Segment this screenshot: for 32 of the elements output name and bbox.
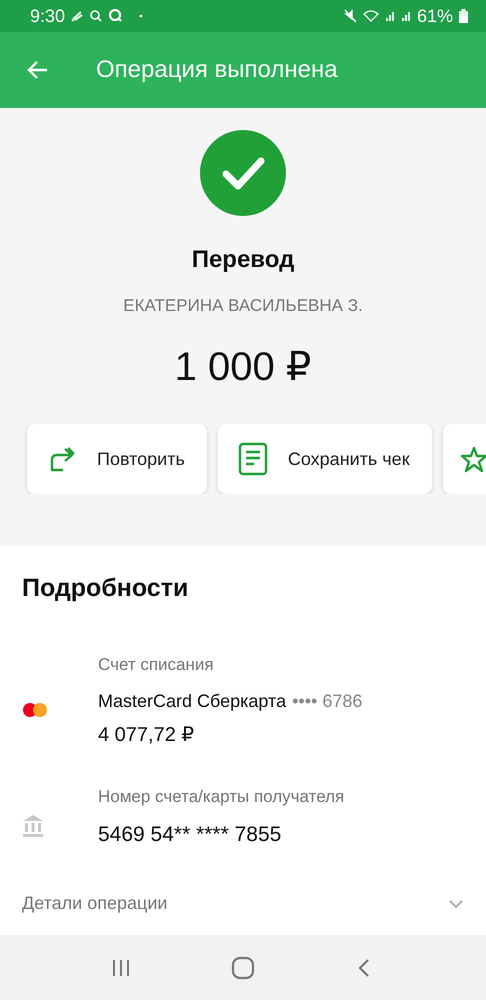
field-label: Счет списания [98, 655, 215, 675]
action-button[interactable] [442, 424, 486, 494]
action-button[interactable]: Повторить [27, 424, 207, 494]
signal-icon [384, 9, 395, 23]
field-value: 4 077,72 ₽ [98, 723, 196, 747]
status-time: 9:30 [30, 6, 66, 26]
broom-icon [71, 9, 84, 23]
search-icon [90, 9, 104, 23]
signal-icon [400, 9, 411, 23]
action-button[interactable]: Сохранить чек [218, 424, 432, 494]
success-check-icon [200, 130, 286, 216]
field-value: 5469 54** **** 7855 [98, 823, 282, 847]
operation-title: Перевод [192, 246, 294, 274]
section-title: Подробности [22, 574, 190, 603]
bank-building-icon [22, 814, 44, 838]
mute-icon [344, 9, 357, 23]
star-icon [458, 444, 486, 474]
battery-level: 61% [416, 6, 453, 26]
screen-title: Операция выполнена [96, 56, 338, 84]
battery-icon [459, 9, 468, 23]
card-name: MasterCard Сберкарта [98, 691, 286, 712]
dot-icon [139, 14, 144, 18]
card-logo-icon [22, 702, 48, 718]
transfer-amount: 1 000 ₽ [174, 344, 312, 390]
home-icon[interactable] [230, 954, 256, 980]
document-icon [238, 442, 268, 476]
wifi-icon [362, 9, 379, 23]
recipient-name: ЕКАТЕРИНА ВАСИЛЬЕВНА З. [123, 296, 363, 316]
card-number-mask: •••• 6786 [292, 691, 362, 712]
operation-details-toggle[interactable]: Детали операции [22, 893, 464, 914]
search-icon [109, 9, 124, 23]
field-label: Номер счета/карты получателя [98, 787, 344, 807]
